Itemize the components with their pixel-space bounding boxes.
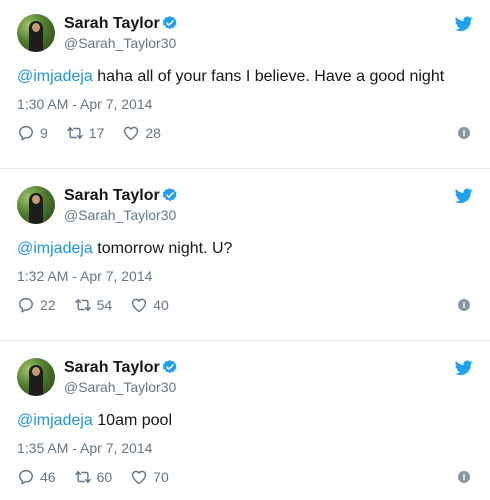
reply-button[interactable]: 22 bbox=[17, 296, 56, 314]
tweet-body: tomorrow night. U? bbox=[92, 240, 233, 257]
verified-badge-icon bbox=[162, 188, 177, 202]
author-name[interactable]: Sarah Taylor bbox=[64, 359, 160, 377]
retweet-icon bbox=[66, 127, 83, 139]
heart-icon bbox=[132, 298, 147, 313]
mention-link[interactable]: @imjadeja bbox=[17, 240, 93, 257]
like-count: 28 bbox=[145, 125, 161, 141]
heart-icon bbox=[124, 126, 139, 141]
tweet-text: @imjadeja tomorrow night. U? bbox=[17, 240, 232, 258]
retweet-count: 17 bbox=[88, 125, 105, 141]
verified-badge-icon bbox=[162, 16, 177, 30]
retweet-button[interactable]: 17 bbox=[66, 124, 105, 142]
tweet-feed: Sarah Taylor @Sarah_Taylor30 @imjadeja h… bbox=[0, 0, 490, 500]
divider bbox=[0, 340, 490, 341]
reply-count: 9 bbox=[40, 125, 48, 141]
tweet-actions: 46 60 70 bbox=[17, 468, 187, 486]
info-icon[interactable]: i bbox=[458, 471, 470, 483]
retweet-icon bbox=[74, 299, 91, 311]
tweet-timestamp[interactable]: 1:35 AM - Apr 7, 2014 bbox=[17, 440, 152, 456]
like-button[interactable]: 40 bbox=[130, 296, 169, 314]
reply-icon bbox=[19, 469, 33, 485]
retweet-button[interactable]: 60 bbox=[74, 468, 113, 486]
tweet-actions: 22 54 40 bbox=[17, 296, 187, 314]
tweet-text: @imjadeja 10am pool bbox=[17, 412, 172, 430]
reply-icon bbox=[19, 125, 33, 141]
info-icon[interactable]: i bbox=[458, 127, 470, 139]
avatar[interactable] bbox=[17, 186, 55, 224]
tweet-body: haha all of your fans I believe. Have a … bbox=[92, 68, 445, 85]
tweet-card[interactable]: Sarah Taylor @Sarah_Taylor30 @imjadeja 1… bbox=[0, 344, 490, 500]
author-handle[interactable]: @Sarah_Taylor30 bbox=[64, 379, 176, 395]
verified-badge-icon bbox=[162, 360, 177, 374]
twitter-bird-icon[interactable] bbox=[455, 360, 473, 376]
retweet-count: 60 bbox=[96, 469, 113, 485]
tweet-timestamp[interactable]: 1:30 AM - Apr 7, 2014 bbox=[17, 96, 152, 112]
reply-button[interactable]: 9 bbox=[17, 124, 48, 142]
heart-icon bbox=[132, 470, 147, 485]
avatar[interactable] bbox=[17, 358, 55, 396]
author-handle[interactable]: @Sarah_Taylor30 bbox=[64, 35, 176, 51]
mention-link[interactable]: @imjadeja bbox=[17, 68, 93, 85]
tweet-actions: 9 17 28 bbox=[17, 124, 179, 142]
tweet-card[interactable]: Sarah Taylor @Sarah_Taylor30 @imjadeja t… bbox=[0, 172, 490, 328]
tweet-timestamp[interactable]: 1:32 AM - Apr 7, 2014 bbox=[17, 268, 152, 284]
retweet-icon bbox=[74, 471, 91, 483]
reply-icon bbox=[19, 297, 33, 313]
author-name[interactable]: Sarah Taylor bbox=[64, 187, 160, 205]
retweet-count: 54 bbox=[96, 297, 113, 313]
info-icon[interactable]: i bbox=[458, 299, 470, 311]
like-button[interactable]: 28 bbox=[122, 124, 161, 142]
like-count: 40 bbox=[153, 297, 169, 313]
retweet-button[interactable]: 54 bbox=[74, 296, 113, 314]
tweet-text: @imjadeja haha all of your fans I believ… bbox=[17, 68, 444, 86]
like-button[interactable]: 70 bbox=[130, 468, 169, 486]
divider bbox=[0, 168, 490, 169]
author-handle[interactable]: @Sarah_Taylor30 bbox=[64, 207, 176, 223]
mention-link[interactable]: @imjadeja bbox=[17, 412, 93, 429]
reply-count: 46 bbox=[40, 469, 56, 485]
reply-button[interactable]: 46 bbox=[17, 468, 56, 486]
author-name[interactable]: Sarah Taylor bbox=[64, 15, 160, 33]
avatar[interactable] bbox=[17, 14, 55, 52]
twitter-bird-icon[interactable] bbox=[455, 16, 473, 32]
tweet-body: 10am pool bbox=[92, 412, 172, 429]
twitter-bird-icon[interactable] bbox=[455, 188, 473, 204]
like-count: 70 bbox=[153, 469, 169, 485]
reply-count: 22 bbox=[40, 297, 56, 313]
tweet-card[interactable]: Sarah Taylor @Sarah_Taylor30 @imjadeja h… bbox=[0, 0, 490, 156]
